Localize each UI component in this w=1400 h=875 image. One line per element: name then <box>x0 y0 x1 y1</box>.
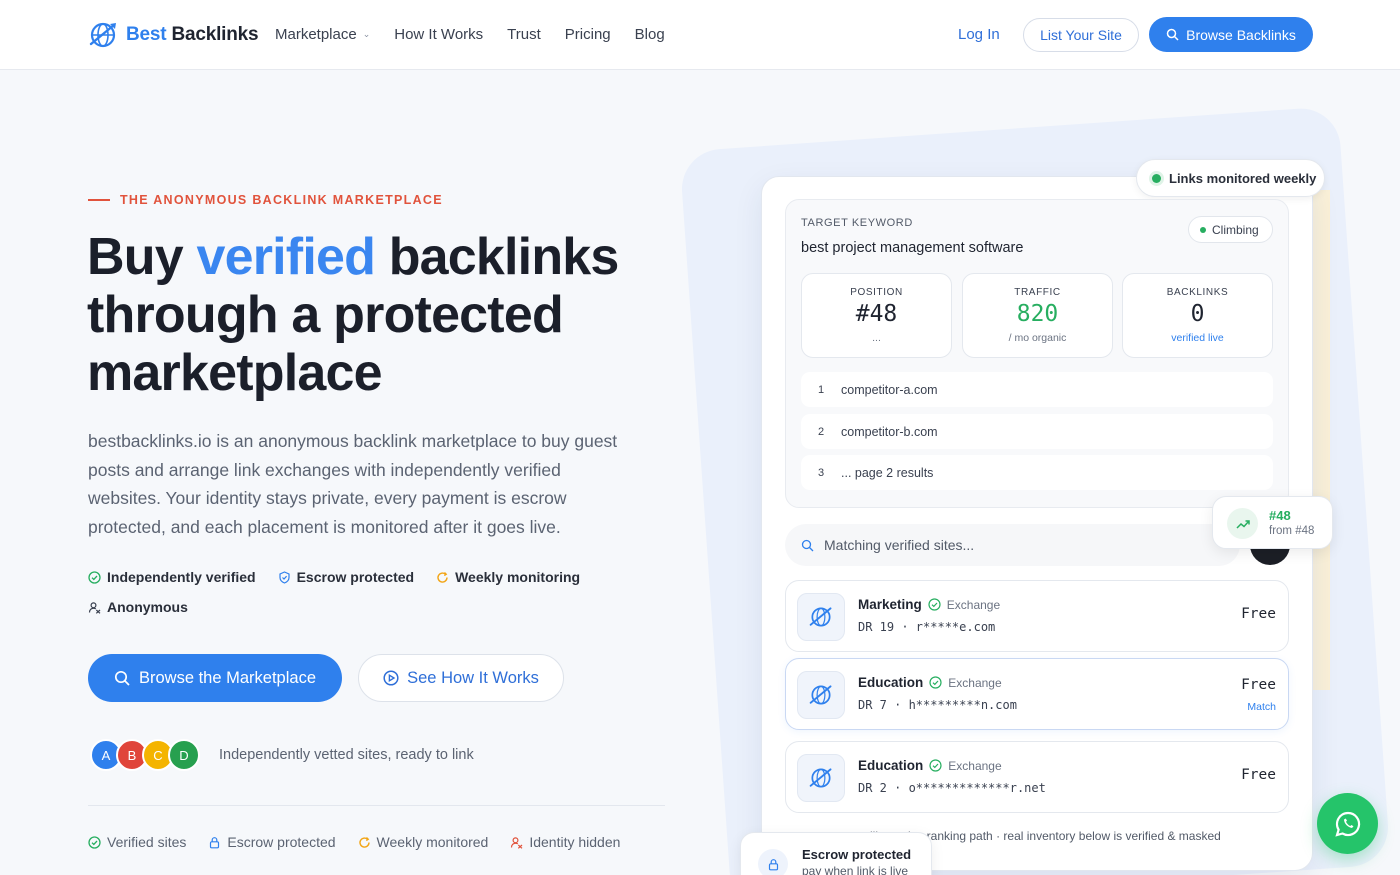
see-how-it-works-button[interactable]: See How It Works <box>358 654 564 702</box>
user-hidden-icon <box>88 601 101 614</box>
check-circle-icon <box>929 676 942 689</box>
trust-footer: Verified sites Escrow protected Weekly m… <box>88 834 620 850</box>
section-divider <box>88 805 665 806</box>
nav-marketplace[interactable]: Marketplace ⌄ <box>275 26 370 43</box>
stat-backlinks: BACKLINKS 0 verified live <box>1122 273 1273 358</box>
stat-traffic: TRAFFIC 820 / mo organic <box>962 273 1113 358</box>
globe-rocket-icon <box>89 22 116 48</box>
check-circle-icon <box>929 759 942 772</box>
match-badge: Match <box>1247 701 1276 713</box>
badge-weekly-monitoring: Weekly monitoring <box>436 568 580 586</box>
matching-sites-search[interactable]: Matching verified sites... <box>785 524 1240 566</box>
nav-trust[interactable]: Trust <box>507 26 541 43</box>
refresh-icon <box>437 571 448 583</box>
login-link[interactable]: Log In <box>958 26 1000 43</box>
eyebrow-line <box>88 199 110 201</box>
footer-weekly-monitored: Weekly monitored <box>358 834 488 850</box>
site-header: Best Backlinks Marketplace ⌄ How It Work… <box>0 0 1400 70</box>
badge-escrow-protected: Escrow protected <box>278 568 414 586</box>
status-dot <box>1152 173 1161 183</box>
trend-badge: Climbing <box>1188 216 1273 243</box>
search-icon <box>114 670 130 686</box>
check-circle-icon <box>928 598 941 611</box>
footer-escrow-protected: Escrow protected <box>208 834 336 850</box>
browse-marketplace-button[interactable]: Browse the Marketplace <box>88 654 342 702</box>
ranking-row: 3 ... page 2 results <box>801 455 1273 490</box>
whatsapp-icon <box>1334 811 1360 837</box>
globe-icon <box>797 754 845 802</box>
chevron-down-icon: ⌄ <box>362 29 371 39</box>
brand-name-rest: Backlinks <box>171 24 259 45</box>
nav-blog[interactable]: Blog <box>635 26 665 43</box>
nav-pricing[interactable]: Pricing <box>565 26 611 43</box>
whatsapp-chat-button[interactable] <box>1317 793 1378 854</box>
trust-badges: Independently verified Escrow protected … <box>88 568 608 616</box>
site-listing-row[interactable]: Education Exchange DR 7 · h*********n.co… <box>785 658 1289 730</box>
badge-independently-verified: Independently verified <box>88 568 256 586</box>
site-listing-row[interactable]: Marketing Exchange DR 19 · r*****e.com F… <box>785 580 1289 652</box>
social-proof-text: Independently vetted sites, ready to lin… <box>219 747 474 763</box>
brand-logo[interactable]: Best Backlinks <box>88 20 259 50</box>
shield-check-icon <box>278 570 290 584</box>
lock-icon <box>758 849 788 875</box>
footer-verified-sites: Verified sites <box>88 834 186 850</box>
hero-eyebrow: THE ANONYMOUS BACKLINK MARKETPLACE <box>88 193 443 207</box>
escrow-card: Escrow protected pay when link is live <box>740 832 932 875</box>
footer-identity-hidden: Identity hidden <box>510 834 620 850</box>
rank-change-card: #48 from #48 <box>1212 496 1333 549</box>
list-your-site-button[interactable]: List Your Site <box>1023 18 1139 52</box>
hero-title-highlight: verified <box>196 228 376 286</box>
browse-backlinks-button[interactable]: Browse Backlinks <box>1149 17 1313 52</box>
avatar-stack: A B C D <box>90 739 200 771</box>
avatar: D <box>168 739 200 771</box>
hero-title: Buy verified backlinks through a protect… <box>87 228 619 402</box>
user-hidden-icon <box>511 836 523 849</box>
stat-position: POSITION #48 ... <box>801 273 952 358</box>
check-circle-icon <box>88 570 101 584</box>
badge-anonymous: Anonymous <box>88 598 188 616</box>
keyword-value: best project management software <box>801 240 1024 256</box>
play-circle-icon <box>383 670 399 686</box>
brand-name-accent: Best <box>126 24 167 45</box>
search-icon <box>801 539 814 551</box>
globe-icon <box>797 593 845 641</box>
main-nav: Marketplace ⌄ How It Works Trust Pricing… <box>275 26 665 43</box>
lock-icon <box>210 836 220 848</box>
site-listing-row[interactable]: Education Exchange DR 2 · o*************… <box>785 741 1289 813</box>
status-dot <box>1200 226 1206 233</box>
ranking-row: 2 competitor-b.com <box>801 414 1273 449</box>
nav-how-it-works[interactable]: How It Works <box>394 26 483 43</box>
globe-icon <box>797 671 845 719</box>
refresh-icon <box>358 836 370 848</box>
links-monitored-pill: Links monitored weekly <box>1136 159 1325 197</box>
search-icon <box>1166 28 1179 41</box>
ranking-row: 1 competitor-a.com <box>801 372 1273 407</box>
keyword-label: TARGET KEYWORD <box>801 217 913 229</box>
hero-description: bestbacklinks.io is an anonymous backlin… <box>88 431 618 537</box>
trending-up-icon <box>1227 508 1258 539</box>
check-circle-icon <box>88 835 101 849</box>
